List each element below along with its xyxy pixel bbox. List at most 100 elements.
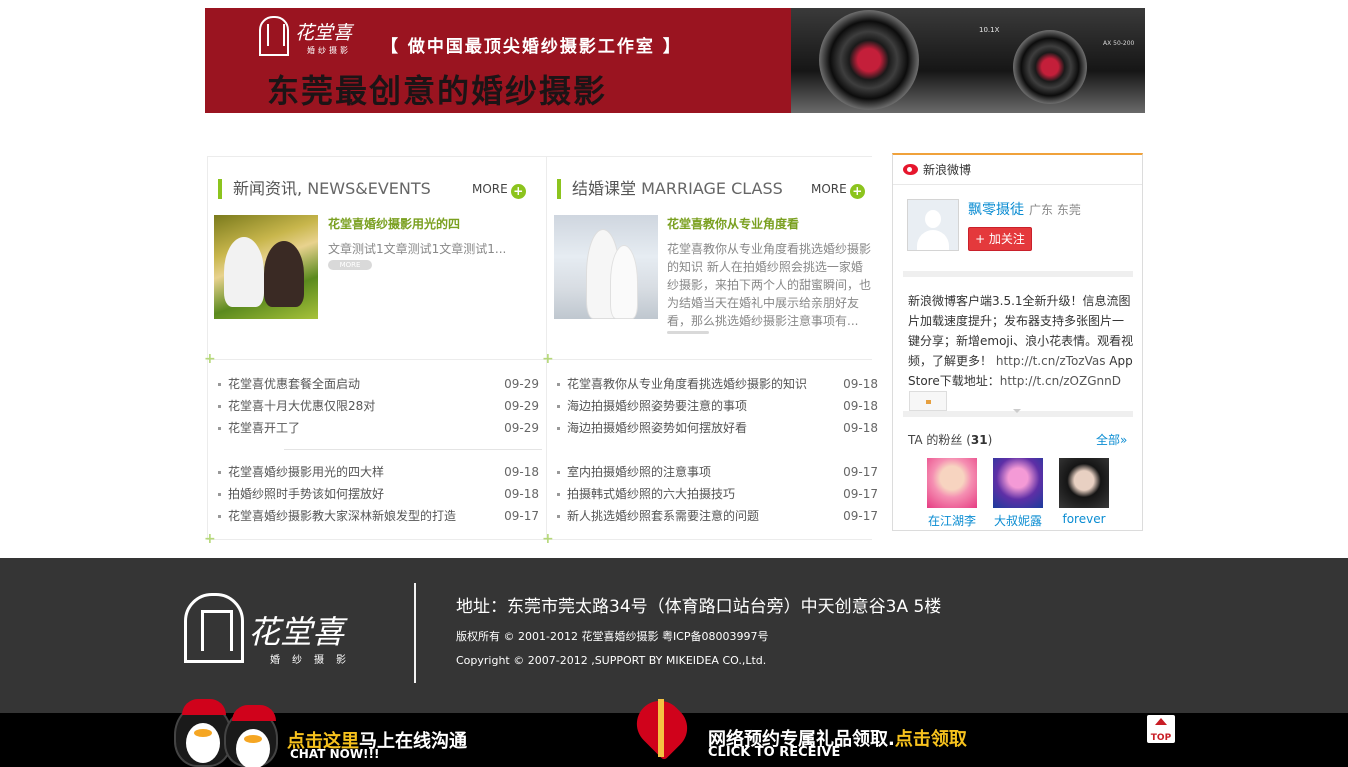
fan-avatar[interactable]: forever	[1059, 458, 1109, 526]
camera-label: 10.1X	[979, 26, 1000, 34]
news-list: 花堂喜婚纱摄影用光的四大样 09-18 拍婚纱照时手势该如何摆放好 09-18 花堂…	[218, 461, 539, 527]
corner-mark: +	[204, 531, 216, 547]
house-logo-icon	[259, 16, 289, 56]
news-featured-desc: 文章测试1文章测试1文章测试1...	[328, 242, 507, 256]
fan-avatar[interactable]: 在江湖李	[927, 458, 977, 528]
list-item[interactable]: 花堂喜开工了 09-29	[218, 417, 539, 439]
class-featured-more[interactable]	[667, 331, 709, 334]
weibo-icon	[903, 164, 918, 175]
couple-figure	[610, 245, 638, 319]
class-list: 室内拍摄婚纱照的注意事项 09-17 拍摄韩式婚纱照的六大拍摄技巧 09-17 新人…	[557, 461, 878, 527]
follow-button[interactable]: + 加关注	[968, 227, 1032, 251]
news-featured-more[interactable]: MORE	[328, 260, 372, 270]
divider	[903, 271, 1133, 277]
news-more-link[interactable]: MORE +	[472, 180, 526, 199]
list-item[interactable]: 花堂喜婚纱摄影教大家深林新娘发型的打造 09-17	[218, 505, 539, 527]
news-list: 花堂喜优惠套餐全面启动 09-29 花堂喜十月大优惠仅限28对 09-29 花堂喜开…	[218, 373, 539, 439]
class-list: 花堂喜教你从专业角度看挑选婚纱摄影的知识 09-18 海边拍摄婚纱照姿势要注意的事…	[557, 373, 878, 439]
list-item[interactable]: 拍婚纱照时手势该如何摆放好 09-18	[218, 483, 539, 505]
camera-lens-icon	[819, 10, 919, 110]
list-item[interactable]: 新人挑选婚纱照套系需要注意的问题 09-17	[557, 505, 878, 527]
class-section-title: 结婚课堂 MARRIAGE CLASS	[557, 179, 783, 199]
plus-icon: +	[510, 184, 526, 199]
banner-slogan: 【 做中国最顶尖婚纱摄影工作室 】	[381, 37, 682, 57]
more-label: MORE	[811, 182, 847, 196]
divider	[208, 539, 547, 540]
news-section-title: 新闻资讯, NEWS&EVENTS	[218, 179, 431, 199]
corner-mark: +	[542, 351, 554, 367]
weibo-widget: 新浪微博 飘零摄徒 广东 东莞 + 加关注 新浪微博客户端3.5.1全新升级！信…	[892, 153, 1143, 531]
ribbon-shape	[658, 699, 664, 757]
divider	[547, 539, 872, 540]
camera-image: 10.1X AX 50-200	[791, 8, 1145, 113]
footer-copyright: 版权所有 © 2001-2012 花堂喜婚纱摄影 粤ICP备08003997号	[456, 630, 769, 643]
class-featured-image[interactable]	[554, 215, 658, 319]
weibo-post-link[interactable]: http://t.cn/zTozVas	[996, 354, 1106, 368]
chat-now-en[interactable]: CHAT NOW!!!	[290, 747, 379, 761]
footer-address: 地址：东莞市莞太路34号（体育路口站台旁）中天创意谷3A 5楼	[456, 597, 942, 617]
footer-logo-subtitle: 婚纱摄影	[270, 655, 358, 666]
list-divider	[284, 449, 542, 450]
weibo-user-location: 广东 东莞	[1029, 203, 1081, 217]
more-label: MORE	[472, 182, 508, 196]
list-item[interactable]: 海边拍摄婚纱照姿势如何摆放好看 09-18	[557, 417, 878, 439]
plus-icon: +	[849, 184, 865, 199]
list-item[interactable]: 海边拍摄婚纱照姿势要注意的事项 09-18	[557, 395, 878, 417]
brand-logo-text: 花堂喜	[295, 22, 353, 44]
site-footer: 花堂喜 婚纱摄影 地址：东莞市莞太路34号（体育路口站台旁）中天创意谷3A 5楼…	[0, 558, 1348, 713]
footer-logo-text: 花堂喜	[248, 613, 345, 651]
qq-penguin-icon[interactable]	[174, 699, 284, 767]
gift-receive-en[interactable]: CLICK TO RECEIVE	[708, 745, 840, 760]
weibo-header: 新浪微博	[893, 155, 1142, 185]
weibo-user-name[interactable]: 飘零摄徒	[968, 199, 1024, 219]
weibo-header-label: 新浪微博	[923, 163, 972, 177]
divider	[208, 359, 547, 360]
list-item[interactable]: 拍摄韩式婚纱照的六大拍摄技巧 09-17	[557, 483, 878, 505]
class-more-link[interactable]: MORE +	[811, 180, 865, 199]
footer-logo: 花堂喜 婚纱摄影	[184, 591, 384, 667]
marriage-class-section: 结婚课堂 MARRIAGE CLASS MORE + 花堂喜教你从专业角度看 花堂…	[542, 156, 878, 546]
fan-avatar[interactable]: 大叔妮露	[993, 458, 1043, 528]
list-item[interactable]: 花堂喜十月大优惠仅限28对 09-29	[218, 395, 539, 417]
gift-heart-icon[interactable]	[627, 691, 700, 761]
header-banner: 花堂喜 婚纱摄影 【 做中国最顶尖婚纱摄影工作室 】 东莞最创意的婚纱摄影 10…	[205, 8, 1145, 113]
fans-label: TA 的粉丝 (31)	[908, 433, 993, 447]
expand-arrow-icon[interactable]	[1013, 409, 1021, 413]
bottom-float-bar: 点击这里马上在线沟通 CHAT NOW!!! 网络预约专属礼品领取.点击领取 C…	[0, 691, 1348, 767]
camera-lens-icon	[1013, 30, 1087, 104]
class-title-cn: 结婚课堂	[572, 179, 637, 198]
brand-logo[interactable]: 花堂喜 婚纱摄影	[259, 14, 389, 60]
weibo-post-thumbnail[interactable]	[909, 391, 947, 411]
fan-name[interactable]: forever	[1053, 512, 1115, 526]
corner-mark: +	[204, 351, 216, 367]
couple-figure	[224, 237, 264, 307]
footer-support: Copyright © 2007-2012 ,SUPPORT BY MIKEID…	[456, 654, 767, 667]
camera-label: AX 50-200	[1103, 40, 1135, 47]
view-all-fans-link[interactable]: 全部»	[1096, 431, 1127, 448]
weibo-post: 新浪微博客户端3.5.1全新升级！信息流图片加载速度提升；发布器支持多张图片一键…	[908, 291, 1134, 391]
penguin-figure	[224, 705, 278, 767]
fan-name[interactable]: 大叔妮露	[987, 512, 1049, 529]
couple-figure	[264, 241, 304, 307]
list-item[interactable]: 花堂喜婚纱摄影用光的四大样 09-18	[218, 461, 539, 483]
class-title-en: MARRIAGE CLASS	[641, 179, 783, 198]
banner-headline: 东莞最创意的婚纱摄影	[267, 72, 608, 110]
arrow-up-icon	[1155, 718, 1167, 725]
corner-mark: +	[542, 531, 554, 547]
weibo-post-link[interactable]: http://t.cn/zOZGnnD	[1000, 374, 1121, 388]
back-to-top-button[interactable]: TOP	[1147, 715, 1175, 743]
list-item[interactable]: 室内拍摄婚纱照的注意事项 09-17	[557, 461, 878, 483]
gift-highlight: 点击领取	[894, 729, 967, 750]
news-title-cn: 新闻资讯	[233, 179, 298, 198]
news-featured-title[interactable]: 花堂喜婚纱摄影用光的四	[328, 215, 460, 232]
list-item[interactable]: 花堂喜教你从专业角度看挑选婚纱摄影的知识 09-18	[557, 373, 878, 395]
avatar[interactable]	[907, 199, 959, 251]
fan-name[interactable]: 在江湖李	[921, 512, 983, 529]
brand-logo-subtitle: 婚纱摄影	[307, 46, 351, 55]
class-featured-desc: 花堂喜教你从专业角度看挑选婚纱摄影的知识 新人在拍婚纱照会挑选一家婚纱摄影，来拍…	[667, 242, 872, 328]
list-item[interactable]: 花堂喜优惠套餐全面启动 09-29	[218, 373, 539, 395]
news-title-en: NEWS&EVENTS	[307, 179, 431, 198]
fans-count: 31	[970, 433, 988, 447]
news-featured-image[interactable]	[214, 215, 318, 319]
class-featured-title[interactable]: 花堂喜教你从专业角度看	[667, 215, 799, 232]
